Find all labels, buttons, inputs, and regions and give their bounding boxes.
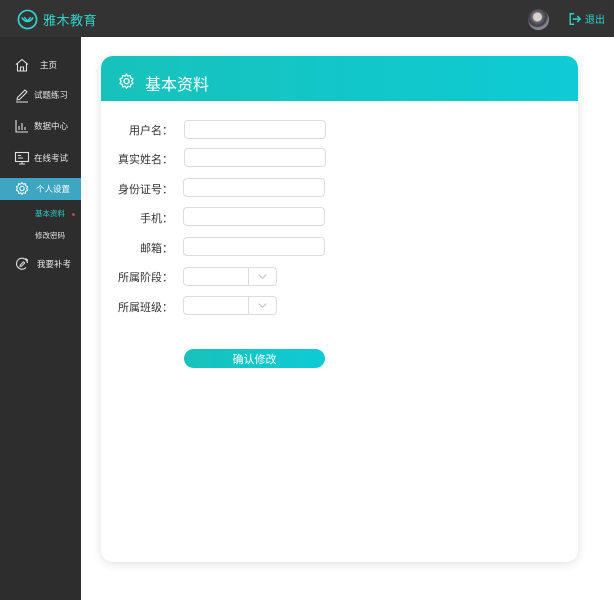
sidebar-item-data[interactable]: 数据中心: [0, 115, 81, 137]
monitor-icon: [14, 151, 30, 165]
username-field[interactable]: [184, 120, 326, 139]
sidebar-item-label: 个人设置: [36, 185, 71, 195]
chevron-down-icon: [258, 303, 267, 309]
class-select[interactable]: [183, 296, 277, 315]
sidebar-item-label: 在线考试: [34, 154, 69, 164]
realname-field[interactable]: [184, 148, 326, 167]
logout-label: 退出: [585, 15, 605, 26]
email-label: 邮箱：: [140, 242, 173, 255]
select-divider: [248, 297, 249, 314]
idnumber-label: 身份证号：: [118, 183, 173, 196]
select-divider: [248, 268, 249, 285]
card-header: 基本资料: [101, 56, 578, 101]
sidebar-subitem-basic-info[interactable]: 基本资料: [35, 208, 65, 219]
bar-chart-icon: [15, 120, 28, 133]
brand[interactable]: 雅木教育: [17, 8, 97, 30]
avatar[interactable]: [528, 9, 549, 30]
sidebar-item-practice[interactable]: 试题练习: [0, 84, 81, 106]
stage-label: 所属阶段：: [118, 271, 173, 284]
sidebar: 主页 试题练习 数据中心 在线考试 个人设置 基本资料 修改密码 我要补考: [0, 37, 81, 600]
card-title: 基本资料: [145, 75, 210, 94]
sidebar-item-label: 我要补考: [37, 260, 72, 270]
sidebar-item-home[interactable]: 主页: [0, 54, 81, 76]
logout-button[interactable]: 退出: [568, 11, 605, 26]
brand-name: 雅木教育: [43, 13, 98, 29]
logo-icon: [17, 9, 38, 29]
chevron-down-icon: [258, 274, 267, 280]
phone-label: 手机：: [140, 212, 173, 225]
username-label: 用户名：: [129, 124, 173, 137]
gear-icon: [119, 73, 134, 89]
home-icon: [15, 58, 29, 72]
stage-select[interactable]: [183, 267, 277, 286]
gear-icon: [15, 182, 29, 195]
logout-icon: [569, 12, 581, 25]
idnumber-field[interactable]: [183, 178, 325, 197]
refresh-pencil-icon: [15, 257, 29, 270]
sidebar-item-retake[interactable]: 我要补考: [0, 253, 81, 275]
top-bar: 雅木教育 退出: [0, 0, 614, 37]
sidebar-subitem-change-password[interactable]: 修改密码: [35, 230, 65, 241]
realname-label: 真实姓名：: [118, 153, 173, 166]
sidebar-item-exam[interactable]: 在线考试: [0, 147, 81, 169]
sidebar-item-label: 主页: [40, 61, 58, 71]
confirm-changes-button[interactable]: 确认修改: [184, 349, 325, 368]
class-label: 所属班级：: [118, 301, 173, 314]
sidebar-item-label: 试题练习: [34, 91, 69, 101]
phone-field[interactable]: [183, 207, 325, 226]
email-field[interactable]: [183, 237, 325, 256]
current-indicator: [72, 213, 75, 216]
sidebar-item-label: 数据中心: [34, 122, 69, 132]
pencil-icon: [16, 89, 28, 103]
sidebar-item-settings[interactable]: 个人设置: [0, 178, 81, 200]
